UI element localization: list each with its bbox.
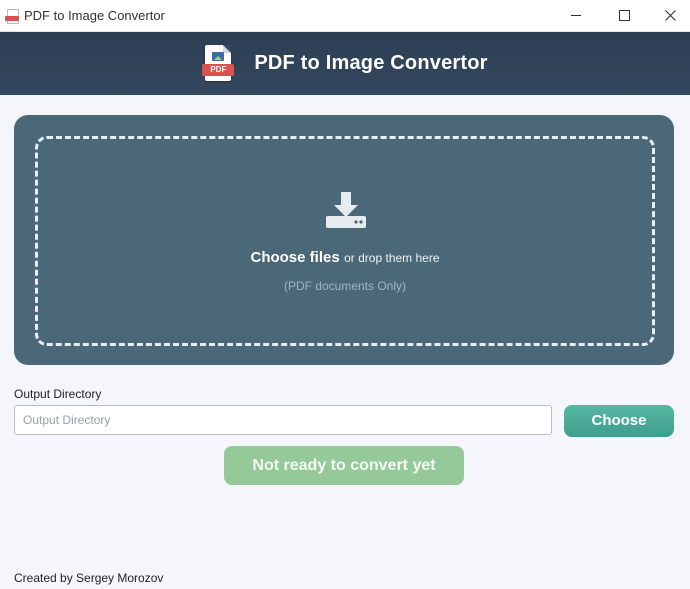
app-title: PDF to Image Convertor <box>254 52 488 74</box>
drop-hint-text: or drop them here <box>344 251 440 265</box>
app-header: PDF PDF to Image Convertor <box>0 32 690 95</box>
minimize-icon <box>571 15 581 16</box>
output-directory-input[interactable] <box>14 405 552 435</box>
pdf-file-icon: PDF <box>202 44 236 83</box>
maximize-icon <box>618 10 630 21</box>
download-icon <box>326 192 366 228</box>
pdf-logo-label: PDF <box>202 63 235 76</box>
window-title: PDF to Image Convertor <box>24 8 165 23</box>
choose-files-line: Choose files or drop them here <box>38 249 652 267</box>
app-icon <box>5 8 19 24</box>
maximize-button[interactable] <box>601 0 647 31</box>
output-directory-label: Output Directory <box>14 387 102 401</box>
choose-files-link[interactable]: Choose files <box>250 249 339 266</box>
minimize-button[interactable] <box>553 0 599 31</box>
footer-credit: Created by Sergey Morozov <box>14 571 164 585</box>
drop-area[interactable]: Choose files or drop them here (PDF docu… <box>35 136 655 346</box>
file-type-hint: (PDF documents Only) <box>283 279 407 293</box>
choose-directory-button[interactable]: Choose <box>564 405 674 437</box>
close-icon <box>664 10 676 21</box>
window-titlebar: PDF to Image Convertor <box>0 0 690 32</box>
close-button[interactable] <box>647 0 690 31</box>
convert-button[interactable]: Not ready to convert yet <box>224 446 464 485</box>
file-drop-zone[interactable]: Choose files or drop them here (PDF docu… <box>14 115 674 365</box>
